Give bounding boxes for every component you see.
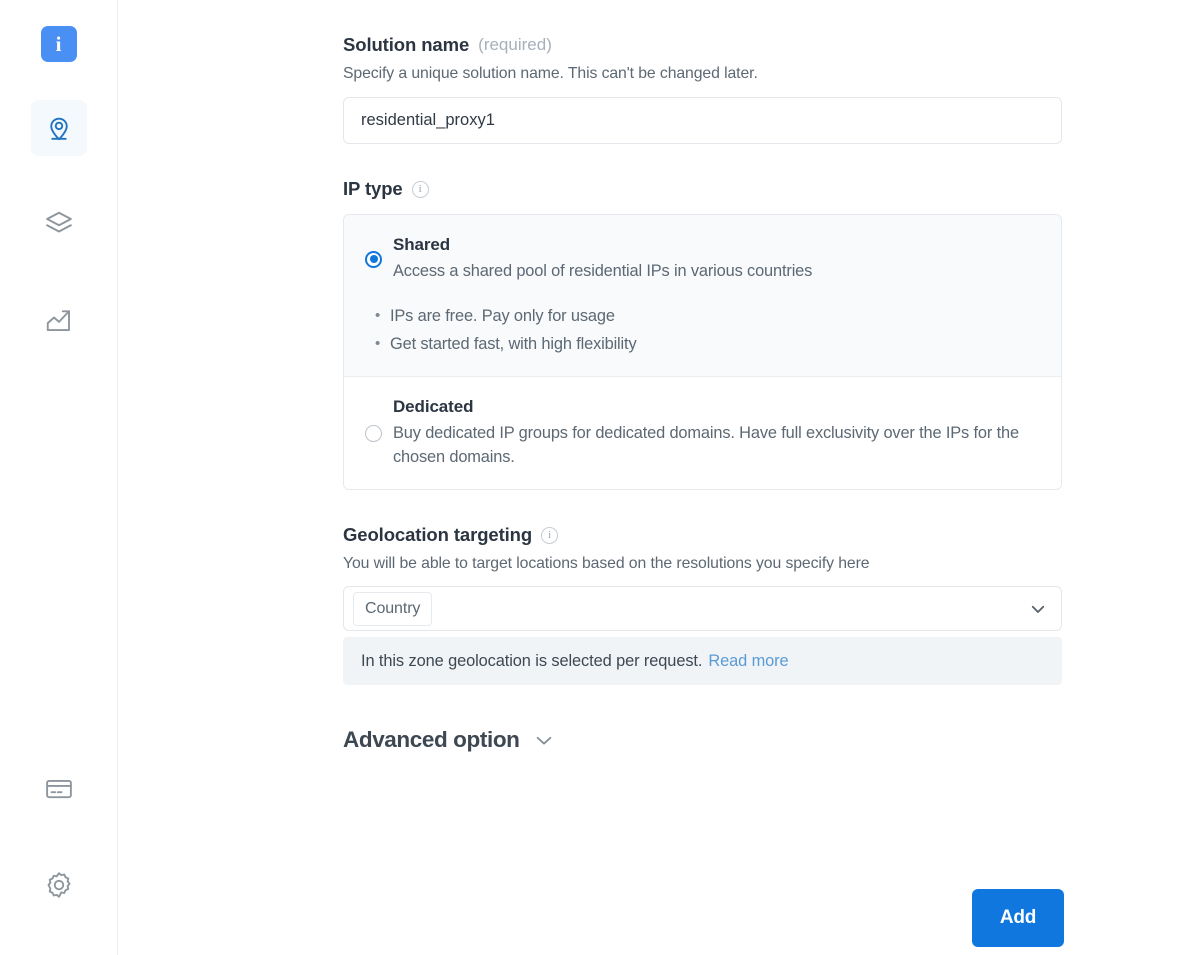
main-panel: Solution name (required) Specify a uniqu… (118, 0, 1200, 955)
info-icon[interactable]: i (411, 180, 429, 198)
chart-trending-up-icon (44, 305, 74, 335)
geolocation-help: You will be able to target locations bas… (343, 555, 870, 573)
layers-stack-icon (44, 209, 74, 239)
ip-type-option-dedicated-body: Dedicated Buy dedicated IP groups for de… (393, 397, 1037, 469)
chevron-down-icon[interactable] (533, 729, 555, 751)
sidebar-item-settings[interactable] (31, 857, 87, 913)
solution-name-input[interactable] (343, 97, 1062, 144)
app-root: i Solution name (required) Specify a uni… (0, 0, 1200, 955)
ip-type-option-dedicated[interactable]: Dedicated Buy dedicated IP groups for de… (344, 376, 1061, 490)
sidebar-item-billing[interactable] (31, 761, 87, 817)
geolocation-label: Geolocation targeting (343, 524, 533, 546)
geolocation-label-row: Geolocation targeting i (343, 524, 1064, 546)
ip-type-section: IP type i Shared Access a shared pool of… (343, 178, 1064, 491)
solution-name-section: Solution name (required) Specify a uniqu… (343, 34, 1064, 144)
sidebar-item-statistics[interactable] (31, 292, 87, 348)
ip-type-option-shared-body: Shared Access a shared pool of residenti… (393, 235, 1037, 283)
ip-type-option-shared-desc: Access a shared pool of residential IPs … (393, 262, 813, 280)
sidebar-item-datasets[interactable] (31, 196, 87, 252)
list-item: Get started fast, with high flexibility (375, 331, 1061, 359)
ip-type-radio-group: Shared Access a shared pool of residenti… (343, 214, 1062, 491)
credit-card-icon (44, 774, 74, 804)
ip-type-option-shared-bullets: IPs are free. Pay only for usage Get sta… (344, 303, 1061, 377)
read-more-link[interactable]: Read more (708, 652, 788, 671)
logo-letter: i (55, 31, 62, 56)
form-footer: Add (343, 889, 1064, 947)
add-button[interactable]: Add (972, 889, 1064, 947)
solution-name-help: Specify a unique solution name. This can… (343, 65, 758, 82)
form-content: Solution name (required) Specify a uniqu… (343, 0, 1064, 753)
radio-shared[interactable] (365, 250, 382, 268)
advanced-option-label: Advanced option (343, 727, 520, 753)
gear-icon (44, 870, 74, 900)
ip-type-option-dedicated-title: Dedicated (393, 397, 474, 417)
solution-name-label: Solution name (343, 34, 470, 55)
geolocation-section: Geolocation targeting i You will be able… (343, 524, 1064, 686)
list-item: IPs are free. Pay only for usage (375, 303, 1061, 331)
geolocation-selected-chip[interactable]: Country (353, 591, 433, 626)
geolocation-note-text: In this zone geolocation is selected per… (361, 651, 703, 670)
location-pin-icon (44, 113, 74, 143)
ip-type-option-shared-title: Shared (393, 235, 451, 254)
chevron-down-icon[interactable] (1029, 600, 1047, 618)
ip-type-option-dedicated-desc: Buy dedicated IP groups for dedicated do… (393, 424, 1019, 466)
geolocation-note-banner: In this zone geolocation is selected per… (343, 637, 1062, 686)
solution-name-required-tag: (required) (478, 35, 552, 54)
ip-type-option-shared[interactable]: Shared Access a shared pool of residenti… (344, 215, 1061, 304)
app-logo-info-icon[interactable]: i (40, 26, 77, 62)
sidebar-item-proxies[interactable] (30, 100, 87, 156)
radio-dedicated[interactable] (365, 424, 382, 442)
sidebar: i (0, 0, 118, 955)
info-icon[interactable]: i (541, 526, 559, 544)
solution-name-label-row: Solution name (required) (343, 34, 1064, 56)
ip-type-label-row: IP type i (343, 178, 1064, 200)
geolocation-select[interactable]: Country (343, 586, 1062, 632)
advanced-option-toggle[interactable]: Advanced option (343, 727, 555, 753)
ip-type-label: IP type (343, 178, 403, 199)
